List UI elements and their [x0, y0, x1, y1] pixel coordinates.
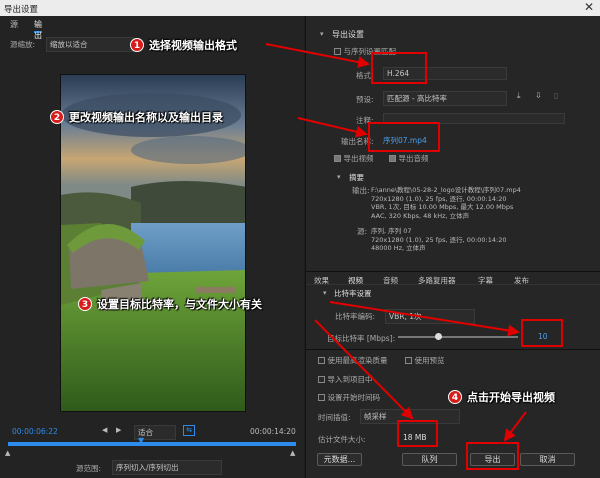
- annotation-arrows: [265, 43, 527, 442]
- annotation-2: 2 更改视频输出名称以及输出目录: [50, 109, 223, 125]
- annotation-number: 1: [130, 38, 144, 52]
- annotation-number: 4: [448, 390, 462, 404]
- annotation-text: 点击开始导出视频: [467, 391, 555, 404]
- annotation-3: 3 设置目标比特率，与文件大小有关: [78, 296, 262, 312]
- annotation-text: 选择视频输出格式: [149, 39, 237, 52]
- arrow-3b: [314, 319, 414, 420]
- annotation-1: 1 选择视频输出格式: [130, 37, 237, 53]
- arrow-1: [265, 43, 370, 68]
- arrow-2: [297, 117, 368, 138]
- annotation-text: 更改视频输出名称以及输出目录: [69, 111, 223, 124]
- annotation-number: 3: [78, 297, 92, 311]
- annotation-4: 4 点击开始导出视频: [448, 389, 555, 405]
- annotation-text: 设置目标比特率，与文件大小有关: [97, 298, 262, 311]
- arrow-4: [503, 411, 527, 442]
- arrow-3: [329, 301, 520, 337]
- annotation-number: 2: [50, 110, 64, 124]
